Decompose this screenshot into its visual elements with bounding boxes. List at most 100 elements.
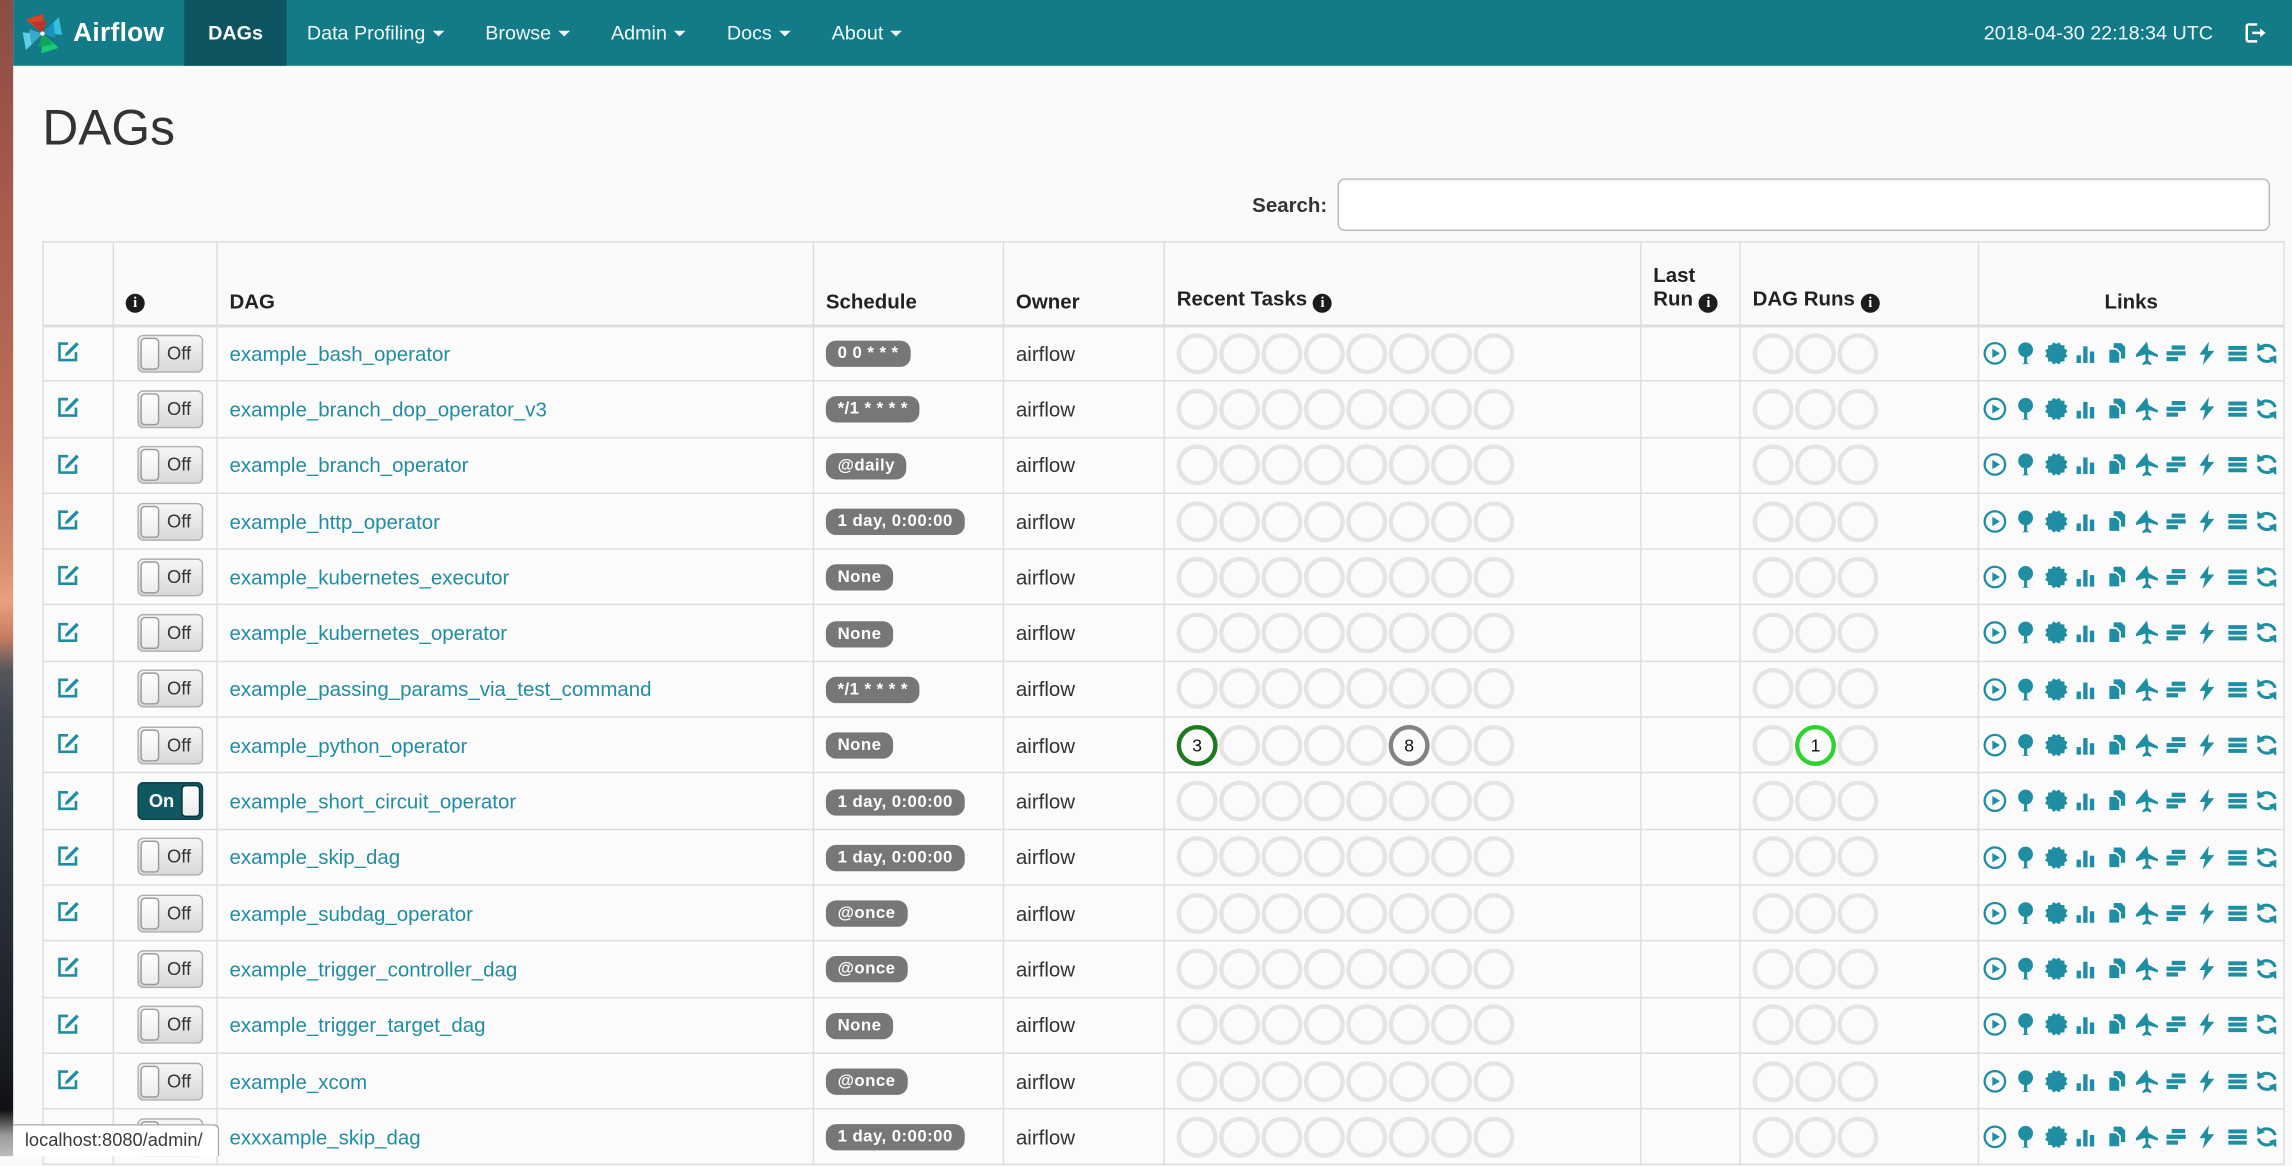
logs-list-link[interactable]: [2224, 676, 2250, 702]
gantt-link[interactable]: [2164, 676, 2190, 702]
task-state-circle[interactable]: [1388, 892, 1430, 934]
task-state-circle[interactable]: [1176, 1004, 1218, 1046]
task-state-circle[interactable]: [1795, 780, 1836, 822]
graph-view-sunburst-link[interactable]: [2043, 844, 2069, 870]
refresh-link[interactable]: [2254, 1012, 2280, 1038]
task-duration-chart-link[interactable]: [2073, 956, 2099, 982]
task-state-circle[interactable]: [1752, 500, 1794, 542]
task-state-circle[interactable]: [1261, 668, 1303, 710]
task-state-circle[interactable]: [1473, 948, 1515, 990]
tree-view-link[interactable]: [2013, 1124, 2039, 1150]
trigger-play-circle-link[interactable]: [1982, 844, 2008, 870]
edit-dag-button[interactable]: [56, 1066, 82, 1092]
trigger-play-circle-link[interactable]: [1982, 788, 2008, 814]
logs-list-link[interactable]: [2224, 844, 2250, 870]
task-state-circle[interactable]: [1431, 612, 1472, 654]
landing-times-plane-link[interactable]: [2134, 508, 2160, 534]
task-state-circle[interactable]: [1176, 500, 1218, 542]
task-tries-copy-link[interactable]: [2103, 396, 2129, 422]
task-state-circle[interactable]: [1176, 333, 1218, 375]
task-state-circle[interactable]: [1346, 388, 1388, 430]
tree-view-link[interactable]: [2013, 788, 2039, 814]
task-state-circle[interactable]: [1346, 333, 1388, 375]
task-state-circle[interactable]: [1837, 556, 1879, 598]
landing-times-plane-link[interactable]: [2134, 732, 2160, 758]
task-state-circle[interactable]: [1795, 1116, 1836, 1158]
task-state-circle[interactable]: [1346, 724, 1388, 766]
task-state-circle[interactable]: 1: [1795, 724, 1836, 766]
task-state-circle[interactable]: [1837, 1004, 1879, 1046]
task-state-circle[interactable]: [1346, 892, 1388, 934]
task-duration-chart-link[interactable]: [2073, 900, 2099, 926]
task-state-circle[interactable]: [1219, 836, 1261, 878]
task-tries-copy-link[interactable]: [2103, 900, 2129, 926]
gantt-link[interactable]: [2164, 1012, 2190, 1038]
gantt-link[interactable]: [2164, 341, 2190, 367]
task-state-circle[interactable]: [1752, 780, 1794, 822]
code-view-bolt-link[interactable]: [2194, 341, 2220, 367]
task-state-circle[interactable]: [1795, 500, 1836, 542]
trigger-play-circle-link[interactable]: [1982, 452, 2008, 478]
code-view-bolt-link[interactable]: [2194, 620, 2220, 646]
tree-view-link[interactable]: [2013, 564, 2039, 590]
task-state-circle[interactable]: [1303, 1060, 1345, 1102]
task-state-circle[interactable]: [1303, 1116, 1345, 1158]
code-view-bolt-link[interactable]: [2194, 508, 2220, 534]
task-state-circle[interactable]: 8: [1388, 724, 1430, 766]
landing-times-plane-link[interactable]: [2134, 1124, 2160, 1150]
task-state-circle[interactable]: 3: [1176, 724, 1218, 766]
gantt-link[interactable]: [2164, 396, 2190, 422]
task-state-circle[interactable]: [1176, 780, 1218, 822]
code-view-bolt-link[interactable]: [2194, 452, 2220, 478]
task-state-circle[interactable]: [1219, 780, 1261, 822]
tree-view-link[interactable]: [2013, 732, 2039, 758]
landing-times-plane-link[interactable]: [2134, 341, 2160, 367]
task-duration-chart-link[interactable]: [2073, 788, 2099, 814]
logs-list-link[interactable]: [2224, 452, 2250, 478]
task-state-circle[interactable]: [1261, 1004, 1303, 1046]
trigger-play-circle-link[interactable]: [1982, 956, 2008, 982]
task-state-circle[interactable]: [1837, 444, 1879, 486]
task-state-circle[interactable]: [1473, 892, 1515, 934]
task-state-circle[interactable]: [1261, 444, 1303, 486]
code-view-bolt-link[interactable]: [2194, 788, 2220, 814]
logs-list-link[interactable]: [2224, 1068, 2250, 1094]
task-state-circle[interactable]: [1176, 836, 1218, 878]
task-state-circle[interactable]: [1752, 333, 1794, 375]
tree-view-link[interactable]: [2013, 1012, 2039, 1038]
task-state-circle[interactable]: [1752, 668, 1794, 710]
tree-view-link[interactable]: [2013, 900, 2039, 926]
refresh-link[interactable]: [2254, 508, 2280, 534]
header-schedule[interactable]: Schedule: [812, 241, 1005, 327]
task-state-circle[interactable]: [1388, 444, 1430, 486]
dag-link[interactable]: example_python_operator: [229, 733, 467, 756]
trigger-play-circle-link[interactable]: [1982, 564, 2008, 590]
task-state-circle[interactable]: [1176, 892, 1218, 934]
landing-times-plane-link[interactable]: [2134, 788, 2160, 814]
edit-dag-button[interactable]: [56, 674, 82, 700]
header-last-run[interactable]: Last Run: [1640, 241, 1741, 327]
task-duration-chart-link[interactable]: [2073, 508, 2099, 534]
gantt-link[interactable]: [2164, 620, 2190, 646]
logs-list-link[interactable]: [2224, 508, 2250, 534]
task-duration-chart-link[interactable]: [2073, 844, 2099, 870]
task-state-circle[interactable]: [1176, 444, 1218, 486]
task-state-circle[interactable]: [1388, 333, 1430, 375]
task-state-circle[interactable]: [1261, 724, 1303, 766]
dag-pause-toggle[interactable]: Off: [137, 1005, 204, 1044]
task-state-circle[interactable]: [1473, 1116, 1515, 1158]
task-state-circle[interactable]: [1795, 388, 1836, 430]
graph-view-sunburst-link[interactable]: [2043, 732, 2069, 758]
task-state-circle[interactable]: [1261, 612, 1303, 654]
task-state-circle[interactable]: [1261, 948, 1303, 990]
task-state-circle[interactable]: [1431, 780, 1472, 822]
task-state-circle[interactable]: [1303, 724, 1345, 766]
task-state-circle[interactable]: [1837, 1060, 1879, 1102]
dag-pause-toggle[interactable]: Off: [137, 558, 204, 597]
task-state-circle[interactable]: [1176, 1116, 1218, 1158]
edit-dag-button[interactable]: [56, 394, 82, 420]
graph-view-sunburst-link[interactable]: [2043, 956, 2069, 982]
refresh-link[interactable]: [2254, 1124, 2280, 1150]
task-state-circle[interactable]: [1795, 836, 1836, 878]
landing-times-plane-link[interactable]: [2134, 452, 2160, 478]
